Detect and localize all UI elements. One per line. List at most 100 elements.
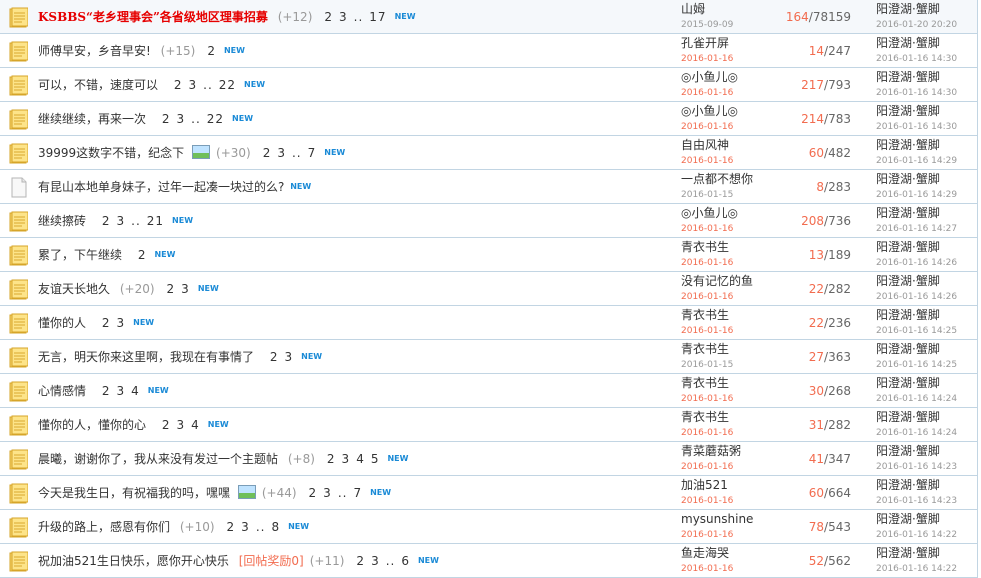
page-link[interactable]: 4: [131, 384, 140, 398]
last-author-link[interactable]: 阳澄湖·蟹脚: [876, 444, 976, 458]
last-post-time[interactable]: 2016-01-16 14:24: [876, 426, 976, 440]
last-post-time[interactable]: 2016-01-16 14:23: [876, 460, 976, 474]
page-link[interactable]: 2: [309, 486, 318, 500]
author-link[interactable]: ◎小鱼儿◎: [681, 104, 771, 118]
reply-count[interactable]: 22: [809, 316, 824, 330]
reply-count[interactable]: 8: [816, 180, 824, 194]
thread-title-link[interactable]: 祝加油521生日快乐，愿你开心快乐: [38, 554, 229, 568]
page-link[interactable]: 2: [174, 78, 183, 92]
thread-title-link[interactable]: KSBBS“老乡理事会”各省级地区理事招募: [38, 10, 268, 24]
thread-title-link[interactable]: 继续继续，再来一次: [38, 112, 146, 126]
thread-title-link[interactable]: 可以，不错，速度可以: [38, 78, 158, 92]
page-link[interactable]: 17: [369, 10, 386, 24]
last-author-link[interactable]: 阳澄湖·蟹脚: [876, 2, 976, 16]
page-link[interactable]: 3: [284, 350, 293, 364]
last-post-time[interactable]: 2016-01-16 14:23: [876, 494, 976, 508]
reply-count[interactable]: 208: [801, 214, 824, 228]
author-link[interactable]: 自由风神: [681, 138, 771, 152]
page-link[interactable]: 3: [342, 452, 351, 466]
page-link[interactable]: 3: [277, 146, 286, 160]
thread-title-link[interactable]: 师傅早安，乡音早安!: [38, 44, 151, 58]
reply-count[interactable]: 214: [801, 112, 824, 126]
last-post-time[interactable]: 2016-01-20 20:20: [876, 18, 976, 32]
page-link[interactable]: 2: [102, 214, 111, 228]
reply-count[interactable]: 217: [801, 78, 824, 92]
thread-title-link[interactable]: 今天是我生日，有祝福我的吗，嘿嘿: [38, 486, 230, 500]
last-author-link[interactable]: 阳澄湖·蟹脚: [876, 546, 976, 560]
last-author-link[interactable]: 阳澄湖·蟹脚: [876, 172, 976, 186]
page-link[interactable]: 3: [176, 418, 185, 432]
page-link[interactable]: 3: [116, 384, 125, 398]
thread-title-link[interactable]: 39999这数字不错，纪念下: [38, 146, 184, 160]
last-author-link[interactable]: 阳澄湖·蟹脚: [876, 308, 976, 322]
last-author-link[interactable]: 阳澄湖·蟹脚: [876, 478, 976, 492]
last-author-link[interactable]: 阳澄湖·蟹脚: [876, 376, 976, 390]
page-link[interactable]: 8: [271, 520, 280, 534]
author-link[interactable]: mysunshine: [681, 512, 771, 526]
author-link[interactable]: 鱼走海哭: [681, 546, 771, 560]
page-link[interactable]: 2: [324, 10, 333, 24]
page-link[interactable]: 5: [371, 452, 380, 466]
reply-count[interactable]: 30: [809, 384, 824, 398]
last-post-time[interactable]: 2016-01-16 14:30: [876, 52, 976, 66]
reply-count[interactable]: 60: [809, 146, 824, 160]
author-link[interactable]: 一点都不想你: [681, 172, 771, 186]
author-link[interactable]: 孔雀开屏: [681, 36, 771, 50]
author-link[interactable]: 青衣书生: [681, 342, 771, 356]
page-link[interactable]: 2: [356, 554, 365, 568]
thread-title-link[interactable]: 继续擦砖: [38, 214, 86, 228]
page-link[interactable]: 2: [263, 146, 272, 160]
page-link[interactable]: 2: [162, 418, 171, 432]
page-link[interactable]: 2: [167, 282, 176, 296]
page-link[interactable]: 3: [116, 214, 125, 228]
reply-count[interactable]: 14: [809, 44, 824, 58]
last-author-link[interactable]: 阳澄湖·蟹脚: [876, 512, 976, 526]
thread-title-link[interactable]: 懂你的人: [38, 316, 86, 330]
author-link[interactable]: 青衣书生: [681, 410, 771, 424]
page-link[interactable]: 6: [401, 554, 410, 568]
page-link[interactable]: 2: [270, 350, 279, 364]
thread-title-link[interactable]: 无言，明天你来这里啊，我现在有事情了: [38, 350, 254, 364]
last-post-time[interactable]: 2016-01-16 14:25: [876, 324, 976, 338]
last-author-link[interactable]: 阳澄湖·蟹脚: [876, 342, 976, 356]
reply-count[interactable]: 27: [809, 350, 824, 364]
thread-title-link[interactable]: 心情感情: [38, 384, 86, 398]
last-author-link[interactable]: 阳澄湖·蟹脚: [876, 70, 976, 84]
last-author-link[interactable]: 阳澄湖·蟹脚: [876, 240, 976, 254]
author-link[interactable]: ◎小鱼儿◎: [681, 206, 771, 220]
page-link[interactable]: 2: [102, 384, 111, 398]
last-author-link[interactable]: 阳澄湖·蟹脚: [876, 36, 976, 50]
thread-title-link[interactable]: 懂你的人，懂你的心: [38, 418, 146, 432]
page-link[interactable]: 4: [191, 418, 200, 432]
last-post-time[interactable]: 2016-01-16 14:29: [876, 154, 976, 168]
page-link[interactable]: 3: [176, 112, 185, 126]
last-author-link[interactable]: 阳澄湖·蟹脚: [876, 104, 976, 118]
author-link[interactable]: 青衣书生: [681, 240, 771, 254]
page-link[interactable]: 3: [116, 316, 125, 330]
page-link[interactable]: 22: [219, 78, 236, 92]
thread-title-link[interactable]: 升级的路上，感恩有你们: [38, 520, 170, 534]
last-post-time[interactable]: 2016-01-16 14:27: [876, 222, 976, 236]
last-post-time[interactable]: 2016-01-16 14:25: [876, 358, 976, 372]
page-link[interactable]: 2: [227, 520, 236, 534]
reply-count[interactable]: 13: [809, 248, 824, 262]
last-author-link[interactable]: 阳澄湖·蟹脚: [876, 274, 976, 288]
thread-title-link[interactable]: 晨曦，谢谢你了，我从来没有发过一个主题帖: [38, 452, 278, 466]
reply-count[interactable]: 78: [809, 520, 824, 534]
last-post-time[interactable]: 2016-01-16 14:30: [876, 86, 976, 100]
author-link[interactable]: 没有记忆的鱼: [681, 274, 771, 288]
page-link[interactable]: 3: [188, 78, 197, 92]
last-author-link[interactable]: 阳澄湖·蟹脚: [876, 410, 976, 424]
thread-title-link[interactable]: 累了，下午继续: [38, 248, 122, 262]
page-link[interactable]: 3: [241, 520, 250, 534]
thread-title-link[interactable]: 有昆山本地单身妹子，过年一起凑一块过的么?: [38, 180, 284, 194]
page-link[interactable]: 22: [207, 112, 224, 126]
page-link[interactable]: 2: [327, 452, 336, 466]
page-link[interactable]: 2: [207, 44, 216, 58]
last-post-time[interactable]: 2016-01-16 14:26: [876, 256, 976, 270]
reply-count[interactable]: 31: [809, 418, 824, 432]
page-link[interactable]: 3: [371, 554, 380, 568]
page-link[interactable]: 21: [147, 214, 164, 228]
last-post-time[interactable]: 2016-01-16 14:30: [876, 120, 976, 134]
author-link[interactable]: 青菜蘑菇粥: [681, 444, 771, 458]
